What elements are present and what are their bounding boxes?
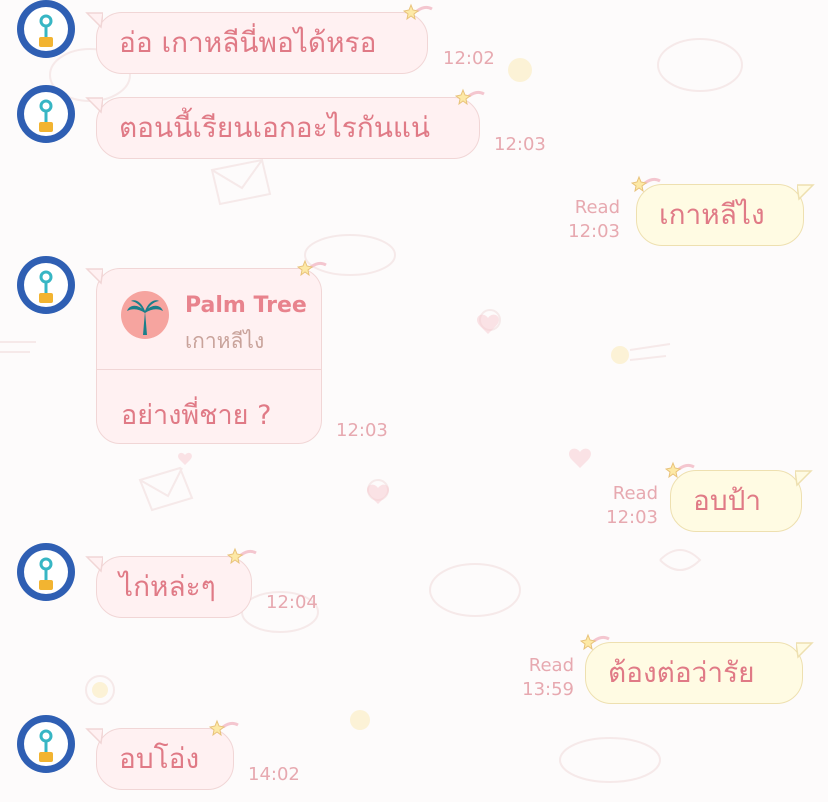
- message-text: เกาหลีไง: [659, 198, 765, 231]
- message-bubble[interactable]: อบป้า: [665, 461, 813, 532]
- message-text: อย่างพี่ชาย ?: [121, 400, 272, 431]
- contact-avatar[interactable]: [17, 85, 75, 143]
- message-time: 12:03: [336, 420, 388, 441]
- shooting-star-icon: [297, 259, 327, 277]
- bubble-tail: [85, 268, 103, 285]
- message-bubble[interactable]: อบโอ่ง: [85, 719, 239, 790]
- palm-tree-icon: [127, 300, 163, 335]
- shooting-star-icon: [455, 88, 485, 106]
- lightbulb-avatar-icon: [39, 14, 53, 47]
- message-bubble[interactable]: อ่อ เกาหลีนี่พอได้หรอ: [85, 3, 433, 74]
- quoted-text: เกาหลีไง: [185, 329, 265, 353]
- message-meta: Read 13:59: [500, 654, 574, 702]
- shooting-star-icon: [580, 633, 610, 651]
- lightbulb-avatar-icon: [39, 99, 53, 132]
- contact-avatar[interactable]: [17, 715, 75, 773]
- shooting-star-icon: [665, 461, 695, 479]
- message-text: ตอนนี้เรียนเอกอะไรกันแน่: [119, 111, 431, 144]
- lightbulb-avatar-icon: [39, 270, 53, 303]
- bubble-tail: [795, 470, 813, 487]
- lightbulb-avatar-icon: [39, 557, 53, 590]
- bubble-tail: [797, 184, 815, 201]
- message-bubble[interactable]: ตอนนี้เรียนเอกอะไรกันแน่: [85, 88, 485, 159]
- message-time: 12:04: [266, 592, 318, 613]
- message-meta: Read 12:03: [586, 482, 658, 530]
- bubble-tail: [85, 556, 103, 573]
- bubble-tail: [796, 642, 814, 659]
- quoted-avatar: [121, 291, 169, 339]
- quoted-message[interactable]: Palm Tree เกาหลีไง: [97, 269, 321, 370]
- contact-avatar[interactable]: [17, 256, 75, 314]
- message-text: อ่อ เกาหลีนี่พอได้หรอ: [119, 26, 377, 59]
- bubble-tail: [85, 97, 103, 114]
- contact-avatar[interactable]: [17, 543, 75, 601]
- read-receipt: Read: [528, 655, 574, 676]
- message-text: อบป้า: [693, 484, 762, 517]
- message-bubble[interactable]: เกาหลีไง: [631, 175, 815, 246]
- bubble-tail: [85, 728, 103, 745]
- contact-avatar[interactable]: [17, 0, 75, 58]
- lightbulb-avatar-icon: [39, 729, 53, 762]
- shooting-star-icon: [403, 3, 433, 21]
- shooting-star-icon: [209, 719, 239, 737]
- message-time: 13:59: [522, 679, 574, 700]
- message-text: ไก่หล่ะๆ: [119, 570, 216, 603]
- shooting-star-icon: [227, 547, 257, 565]
- bubble-tail: [85, 12, 103, 29]
- read-receipt: Read: [612, 483, 658, 504]
- message-time: 14:02: [248, 764, 300, 785]
- message-bubble[interactable]: ไก่หล่ะๆ: [85, 547, 257, 618]
- message-meta: Read 12:03: [548, 196, 620, 244]
- message-time: 12:03: [494, 134, 546, 155]
- quoted-sender-name: Palm Tree: [185, 293, 307, 318]
- message-text: ต้องต่อว่ารัย: [608, 656, 755, 689]
- message-text: อบโอ่ง: [119, 742, 200, 775]
- message-time: 12:03: [568, 221, 620, 242]
- message-time: 12:03: [606, 507, 658, 528]
- shooting-star-icon: [631, 175, 661, 193]
- message-bubble[interactable]: ต้องต่อว่ารัย: [580, 633, 814, 704]
- message-time: 12:02: [443, 48, 495, 69]
- reply-message-bubble[interactable]: Palm Tree เกาหลีไง อย่างพี่ชาย ?: [85, 259, 327, 444]
- read-receipt: Read: [574, 197, 620, 218]
